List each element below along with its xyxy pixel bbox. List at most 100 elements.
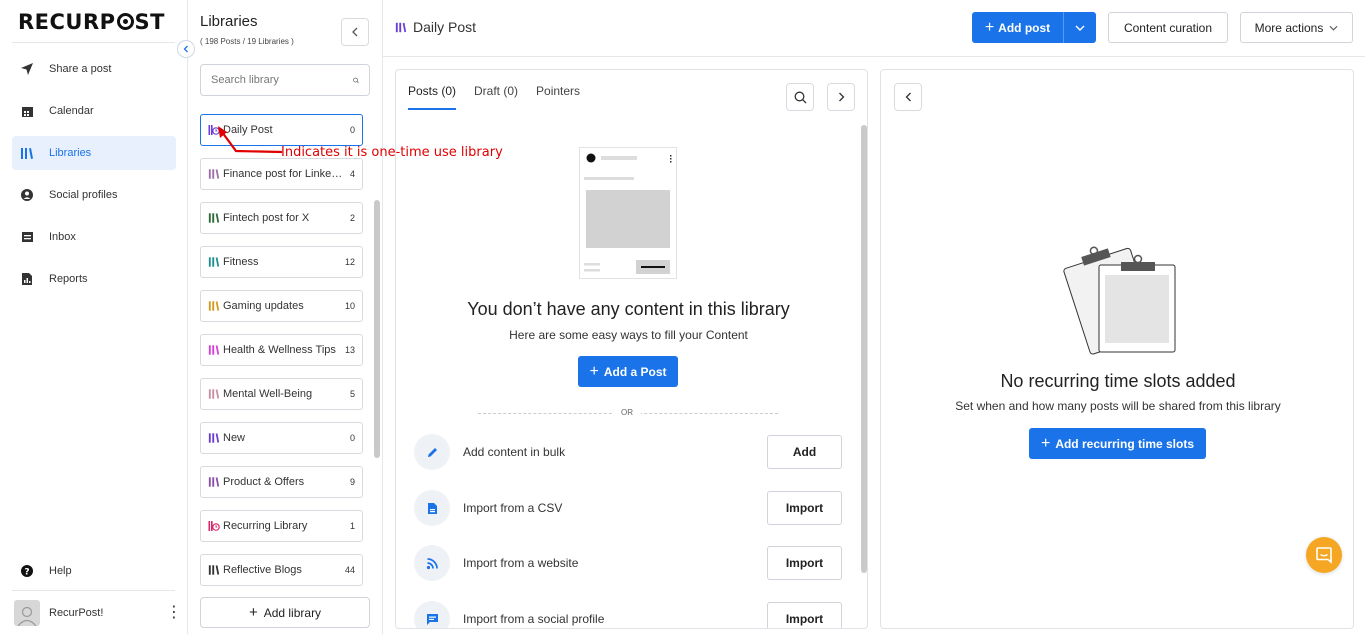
nav-social-profiles[interactable]: Social profiles [12, 178, 176, 212]
chevron-left-icon [905, 92, 911, 102]
annotation-text: Indicates it is one-time use library [281, 145, 503, 160]
more-actions-button[interactable]: More actions [1240, 12, 1353, 43]
annotation-arrow [218, 126, 283, 154]
plus-icon: + [248, 604, 258, 621]
time-slots-card: No recurring time slots added Set when a… [880, 69, 1354, 629]
divider [12, 590, 175, 591]
library-item[interactable]: Finance post for LinkedIn 4 [200, 158, 363, 190]
collapse-libraries-button[interactable] [341, 18, 369, 46]
search-posts-button[interactable] [786, 83, 814, 111]
divider [12, 42, 175, 43]
empty-posts-title: You don’t have any content in this libra… [467, 299, 790, 319]
library-item[interactable]: Reflective Blogs 44 [200, 554, 363, 586]
chat-support-button[interactable] [1306, 537, 1342, 573]
user-circle-icon [12, 188, 42, 202]
library-count: 9 [349, 477, 355, 487]
add-recurring-slots-button[interactable]: + Add recurring time slots [1029, 428, 1206, 459]
nav-label: Inbox [49, 231, 76, 243]
import-social-button[interactable]: Import [767, 602, 842, 628]
add-library-label: Add library [263, 605, 322, 620]
import-website-button[interactable]: Import [767, 546, 842, 580]
libraries-subtitle: ( 198 Posts / 19 Libraries ) [200, 37, 294, 46]
add-post-label: Add post [998, 20, 1051, 35]
posts-scrollbar[interactable] [861, 125, 867, 573]
libraries-icon [12, 147, 42, 160]
option-label: Import from a social profile [463, 612, 605, 626]
svg-text:?: ? [24, 568, 29, 578]
add-post-button[interactable]: + Add post [972, 12, 1064, 43]
add-library-button[interactable]: + Add library [200, 597, 370, 628]
add-bulk-button[interactable]: Add [767, 435, 842, 469]
library-item[interactable]: Health & Wellness Tips 13 [200, 334, 363, 366]
import-csv-button[interactable]: Import [767, 491, 842, 525]
library-count: 2 [349, 213, 355, 223]
header-divider [383, 56, 1365, 57]
option-add-bulk: Add content in bulk Add [414, 434, 842, 470]
library-icon [208, 169, 220, 179]
nav-calendar[interactable]: Calendar [12, 94, 176, 128]
nav-reports[interactable]: Reports [12, 262, 176, 296]
library-icon [208, 565, 220, 575]
library-name: Recurring Library [223, 520, 308, 532]
user-profile[interactable]: RecurPost! [12, 596, 176, 630]
library-count: 0 [349, 125, 355, 135]
library-name: Health & Wellness Tips [223, 344, 336, 356]
collapse-posts-button[interactable] [894, 83, 922, 111]
library-name: Fitness [223, 256, 259, 268]
clipboard-illustration [1063, 246, 1176, 355]
help-icon: ? [12, 564, 42, 578]
library-search[interactable] [200, 64, 370, 96]
library-icon [208, 301, 220, 311]
content-curation-label: Content curation [1123, 20, 1213, 35]
library-icon [208, 389, 220, 399]
avatar-wrap [12, 600, 42, 626]
library-item[interactable]: Gaming updates 10 [200, 290, 363, 322]
chat-icon [1316, 547, 1332, 564]
library-count: 1 [349, 521, 355, 531]
nav-help[interactable]: ? Help [12, 554, 176, 588]
search-library-input[interactable] [211, 74, 353, 86]
library-item[interactable]: Product & Offers 9 [200, 466, 363, 498]
tab-pointers[interactable]: Pointers [536, 84, 580, 110]
nav-inbox[interactable]: Inbox [12, 220, 176, 254]
library-item[interactable]: Mental Well-Being 5 [200, 378, 363, 410]
expand-panel-button[interactable] [827, 83, 855, 111]
option-label: Import from a CSV [463, 501, 563, 515]
or-label: OR [613, 408, 641, 417]
search-icon [794, 91, 806, 103]
recurpost-logo[interactable]: RECURP ST [18, 10, 165, 34]
library-item[interactable]: Fintech post for X 2 [200, 202, 363, 234]
library-icon [395, 22, 407, 32]
library-name: Mental Well-Being [223, 388, 313, 400]
user-name: RecurPost! [49, 607, 104, 619]
library-icon [208, 477, 220, 487]
more-vertical-icon[interactable]: ⋮ [166, 605, 182, 621]
library-item[interactable]: New 0 [200, 422, 363, 454]
nav-label: Libraries [49, 147, 92, 159]
library-item[interactable]: Fitness 12 [200, 246, 363, 278]
library-icon [208, 213, 220, 223]
option-import-csv: Import from a CSV Import [414, 490, 842, 526]
libraries-panel: Libraries ( 198 Posts / 19 Libraries ) D… [188, 0, 383, 634]
add-a-post-button[interactable]: + Add a Post [578, 356, 678, 387]
nav-libraries[interactable]: Libraries [12, 136, 176, 170]
collapse-sidebar-button[interactable] [177, 40, 195, 58]
library-title: Daily Post [395, 19, 476, 35]
rss-icon [414, 545, 450, 581]
tab-draft[interactable]: Draft (0) [474, 84, 518, 110]
pencil-icon [414, 434, 450, 470]
library-count: 5 [349, 389, 355, 399]
library-name: Gaming updates [223, 300, 304, 312]
nav-share-a-post[interactable]: Share a post [12, 52, 176, 86]
library-name: Reflective Blogs [223, 564, 302, 576]
nav-label: Help [49, 565, 72, 577]
libraries-scrollbar[interactable] [374, 200, 380, 458]
library-item[interactable]: Recurring Library 1 [200, 510, 363, 542]
search-icon[interactable] [353, 74, 359, 87]
library-count: 4 [349, 169, 355, 179]
content-curation-button[interactable]: Content curation [1108, 12, 1228, 43]
tab-posts[interactable]: Posts (0) [408, 84, 457, 110]
add-post-dropdown[interactable] [1064, 25, 1096, 31]
library-count: 44 [344, 565, 355, 575]
library-count: 13 [344, 345, 355, 355]
